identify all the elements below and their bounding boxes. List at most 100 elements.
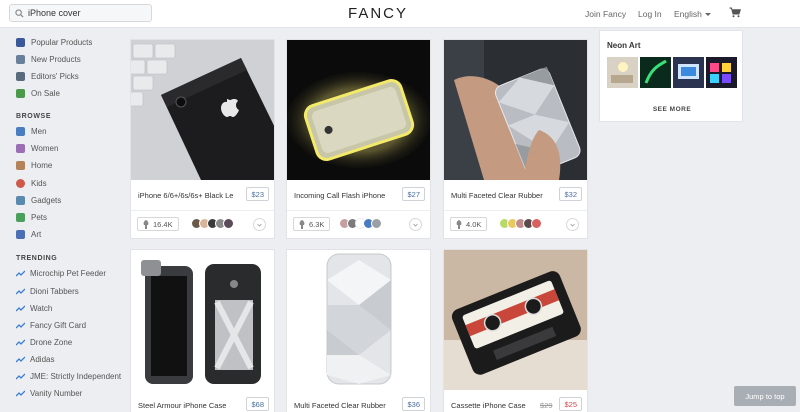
sidebar-item-editors[interactable]: Editors' Picks <box>16 69 79 83</box>
see-more-link[interactable]: SEE MORE <box>600 106 744 113</box>
trending-item-label: Fancy Gift Card <box>30 320 87 330</box>
trending-item[interactable]: Vanity Number <box>16 386 82 400</box>
trending-item-label: JME: Strictly Independent <box>30 371 122 381</box>
product-image[interactable] <box>444 40 587 180</box>
original-price: $29 <box>540 401 553 410</box>
gadgets-icon <box>16 195 25 205</box>
search-input[interactable] <box>28 8 143 18</box>
fancy-count: 16.4K <box>153 219 173 229</box>
fancied-by-avatars[interactable] <box>339 218 382 229</box>
fancied-by-avatars[interactable] <box>499 218 542 229</box>
thumbnail[interactable] <box>607 57 638 88</box>
product-title[interactable]: Multi Faceted Clear Rubber <box>294 401 394 410</box>
more-options-button[interactable] <box>566 218 579 231</box>
browse-heading: BROWSE <box>16 113 52 120</box>
login-link[interactable]: Log In <box>638 9 662 19</box>
avatar[interactable] <box>531 218 542 229</box>
product-card[interactable]: Cassette iPhone Case $29 $25 <box>443 249 588 412</box>
panel-title[interactable]: Neon Art <box>607 41 640 50</box>
trending-item[interactable]: JME: Strictly Independent <box>16 369 121 383</box>
language-selector[interactable]: English <box>674 9 711 19</box>
trending-heading: TRENDING <box>16 255 58 262</box>
price-button[interactable]: $68 <box>246 397 269 411</box>
product-title[interactable]: Incoming Call Flash iPhone <box>294 191 394 200</box>
product-title[interactable]: iPhone 6/6+/6s/6s+ Black Le <box>138 191 238 200</box>
search-box[interactable] <box>9 4 152 22</box>
avatar[interactable] <box>371 218 382 229</box>
price-button[interactable]: $32 <box>559 187 582 201</box>
sidebar-item-label: Kids <box>31 178 47 188</box>
card-divider <box>444 210 587 211</box>
more-options-button[interactable] <box>409 218 422 231</box>
sidebar: Popular Products New Products Editors' P… <box>0 28 125 412</box>
fancy-count: 4.0K <box>466 219 482 229</box>
check-icon <box>16 71 25 81</box>
price-button[interactable]: $23 <box>246 187 269 201</box>
thumbnail[interactable] <box>706 57 737 88</box>
product-card[interactable]: Multi Faceted Clear Rubber $36 <box>286 249 431 412</box>
sidebar-item-men[interactable]: Men <box>16 124 47 138</box>
product-image[interactable] <box>287 250 430 390</box>
more-options-button[interactable] <box>253 218 266 231</box>
product-image[interactable] <box>131 250 274 390</box>
sidebar-item-women[interactable]: Women <box>16 141 58 155</box>
sidebar-item-new[interactable]: New Products <box>16 52 81 66</box>
product-title[interactable]: Steel Armour iPhone Case <box>138 401 238 410</box>
fancy-logo[interactable]: FANCY <box>348 5 408 22</box>
avatar[interactable] <box>223 218 234 229</box>
trending-icon <box>16 373 25 379</box>
sidebar-item-sale[interactable]: On Sale <box>16 86 60 100</box>
join-fancy-link[interactable]: Join Fancy <box>585 9 626 19</box>
fancied-by-avatars[interactable] <box>191 218 234 229</box>
cart-icon[interactable] <box>729 7 741 18</box>
caret-down-icon <box>704 13 711 17</box>
fancy-count: 6.3K <box>309 219 325 229</box>
product-card[interactable]: Steel Armour iPhone Case $68 <box>130 249 275 412</box>
fancy-icon <box>143 219 149 229</box>
jump-to-top-button[interactable]: Jump to top <box>734 386 796 406</box>
trending-item[interactable]: Drone Zone <box>16 335 72 349</box>
fancy-icon <box>456 219 462 229</box>
men-icon <box>16 126 25 136</box>
trending-item-label: Adidas <box>30 354 55 364</box>
trending-item[interactable]: Adidas <box>16 352 54 366</box>
tag-icon <box>16 88 25 98</box>
product-card[interactable]: Incoming Call Flash iPhone $27 6.3K <box>286 39 431 239</box>
women-icon <box>16 143 25 153</box>
product-image[interactable] <box>131 40 274 180</box>
product-title[interactable]: Multi Faceted Clear Rubber <box>451 191 551 200</box>
thumbnail[interactable] <box>640 57 671 88</box>
sidebar-item-pets[interactable]: Pets <box>16 210 47 224</box>
fancy-button[interactable]: 6.3K <box>293 217 331 231</box>
price-button[interactable]: $27 <box>402 187 425 201</box>
trending-item-label: Dioni Tabbers <box>30 286 79 296</box>
fancy-button[interactable]: 16.4K <box>137 217 179 231</box>
sidebar-item-gadgets[interactable]: Gadgets <box>16 193 61 207</box>
product-card[interactable]: Multi Faceted Clear Rubber $32 4.0K <box>443 39 588 239</box>
product-image[interactable] <box>444 250 587 390</box>
trending-item[interactable]: Fancy Gift Card <box>16 318 86 332</box>
trending-item[interactable]: Dioni Tabbers <box>16 284 79 298</box>
sidebar-item-label: Popular Products <box>31 37 93 47</box>
sidebar-item-kids[interactable]: Kids <box>16 176 47 190</box>
thumbnail[interactable] <box>673 57 704 88</box>
language-label: English <box>674 9 702 19</box>
trending-item-label: Microchip Pet Feeder <box>30 268 107 278</box>
price-button[interactable]: $36 <box>402 397 425 411</box>
chevron-down-icon <box>413 223 418 227</box>
sidebar-item-popular[interactable]: Popular Products <box>16 35 92 49</box>
product-card[interactable]: iPhone 6/6+/6s/6s+ Black Le $23 16.4K <box>130 39 275 239</box>
fancy-button[interactable]: 4.0K <box>450 217 488 231</box>
chevron-down-icon <box>570 223 575 227</box>
sidebar-item-label: Women <box>31 143 59 153</box>
trending-item[interactable]: Watch <box>16 301 52 315</box>
sidebar-item-home[interactable]: Home <box>16 158 52 172</box>
product-title[interactable]: Cassette iPhone Case <box>451 401 551 410</box>
price-button[interactable]: $25 <box>559 397 582 411</box>
sidebar-item-art[interactable]: Art <box>16 227 41 241</box>
facebook-icon <box>16 37 25 47</box>
trending-item-label: Vanity Number <box>30 388 83 398</box>
trending-icon <box>16 270 25 276</box>
product-image[interactable] <box>287 40 430 180</box>
trending-item[interactable]: Microchip Pet Feeder <box>16 266 106 280</box>
